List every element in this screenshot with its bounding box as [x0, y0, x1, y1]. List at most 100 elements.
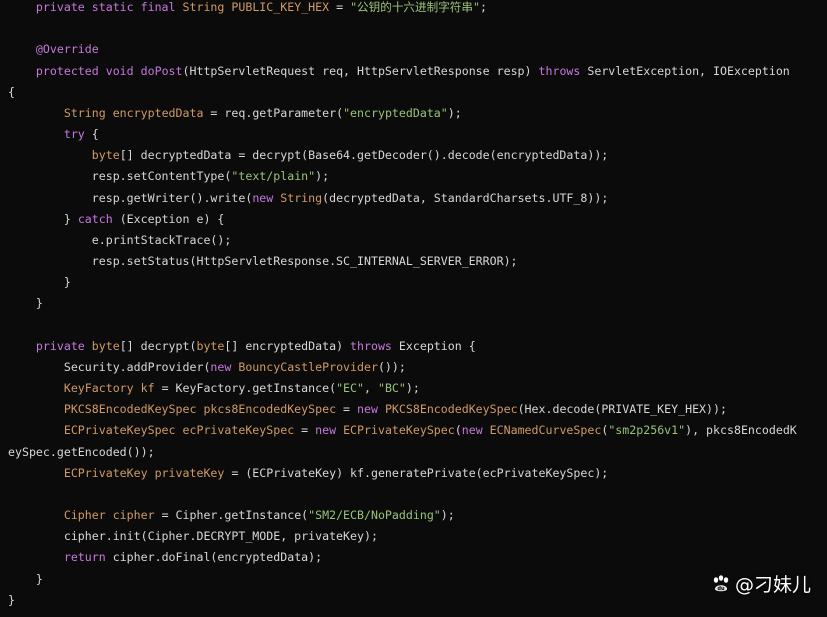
code-token: [] encryptedData) [224, 338, 351, 353]
code-line[interactable]: private static final String PUBLIC_KEY_H… [8, 0, 797, 18]
code-line[interactable]: } catch (Exception e) { [8, 209, 797, 230]
code-token: ECPrivateKey privateKey [8, 465, 225, 480]
code-token: new [357, 402, 385, 417]
code-token: ECPrivateKeySpec [343, 423, 455, 438]
paw-icon: du [711, 574, 731, 594]
code-token: Security.addProvider( [8, 359, 211, 374]
code-token: } [8, 275, 71, 290]
code-block[interactable]: private static final String PUBLIC_KEY_H… [8, 0, 797, 611]
code-token: (Hex.decode(PRIVATE_KEY_HEX)); [517, 402, 727, 417]
code-token: ), pkcs8EncodedK [685, 423, 797, 438]
code-token: resp.getWriter().write( [8, 190, 253, 205]
code-token: eySpec.getEncoded()); [8, 444, 155, 459]
code-token: ServletException, IOException [580, 63, 790, 78]
code-line[interactable]: return cipher.doFinal(encryptedData); [8, 547, 797, 568]
code-line[interactable]: ECPrivateKeySpec ecPrivateKeySpec = new … [8, 420, 797, 441]
code-token: { [8, 84, 15, 99]
code-line[interactable]: Security.addProvider(new BouncyCastlePro… [8, 357, 797, 378]
code-token: ); [405, 381, 420, 396]
code-line[interactable]: private byte[] decrypt(byte[] encryptedD… [8, 336, 797, 357]
code-token: try [8, 127, 85, 142]
code-token: ; [479, 0, 487, 14]
code-line[interactable]: } [8, 569, 797, 590]
code-line[interactable]: resp.setStatus(HttpServletResponse.SC_IN… [8, 251, 797, 272]
code-line[interactable]: byte[] decryptedData = decrypt(Base64.ge… [8, 145, 797, 166]
code-token: ( [454, 423, 462, 438]
code-token: (decryptedData, StandardCharsets.UTF_8))… [322, 190, 609, 205]
code-line[interactable]: @Override [8, 39, 797, 60]
code-line[interactable]: e.printStackTrace(); [8, 230, 797, 251]
code-token: byte [8, 148, 120, 163]
code-token: catch [77, 211, 113, 226]
code-token: } [8, 592, 15, 607]
code-token: "EC" [336, 381, 364, 396]
code-line[interactable]: String encryptedData = req.getParameter(… [8, 103, 797, 124]
code-token: = Cipher.getInstance( [154, 508, 309, 523]
watermark: du @刁妹儿 [711, 570, 811, 597]
code-token: ECNamedCurveSpec [489, 423, 602, 438]
code-line[interactable] [8, 315, 797, 336]
code-token: protected void [8, 63, 141, 78]
code-line[interactable]: KeyFactory kf = KeyFactory.getInstance("… [8, 378, 797, 399]
code-token: new [315, 423, 344, 438]
code-line[interactable]: } [8, 590, 797, 611]
code-line[interactable]: PKCS8EncodedKeySpec pkcs8EncodedKeySpec … [8, 399, 797, 420]
code-token: new [252, 190, 281, 205]
code-line[interactable] [8, 18, 797, 39]
code-editor[interactable]: private static final String PUBLIC_KEY_H… [0, 0, 827, 617]
code-line[interactable]: Cipher cipher = Cipher.getInstance("SM2/… [8, 505, 797, 526]
code-token: [] decryptedData = decrypt(Base64.getDec… [119, 148, 609, 163]
code-token: ECPrivateKeySpec ecPrivateKeySpec [8, 423, 295, 438]
code-token: "SM2/ECB/NoPadding" [308, 508, 441, 523]
code-line[interactable]: resp.getWriter().write(new String(decryp… [8, 188, 797, 209]
code-token: String [8, 105, 113, 120]
code-line[interactable]: resp.setContentType("text/plain"); [8, 166, 797, 187]
code-token: PUBLIC_KEY_HEX [231, 0, 330, 14]
code-line[interactable]: } [8, 293, 797, 314]
code-token: { [84, 127, 99, 142]
code-token: return [8, 550, 106, 565]
code-token: "sm2p256v1" [608, 423, 686, 438]
code-token: cipher.init(Cipher.DECRYPT_MODE, private… [8, 529, 378, 544]
code-token: private static final [8, 0, 183, 14]
code-token: new [210, 359, 239, 374]
code-token: String [280, 190, 323, 205]
code-token: e.printStackTrace(); [8, 232, 232, 247]
code-token: cipher.doFinal(encryptedData); [105, 550, 323, 565]
code-token: = req.getParameter( [203, 105, 344, 120]
code-token: encryptedData [112, 105, 204, 120]
code-token: "BC" [377, 381, 406, 396]
code-token: ()); [377, 359, 406, 374]
code-line[interactable]: eySpec.getEncoded()); [8, 442, 797, 463]
code-line[interactable]: try { [8, 124, 797, 145]
code-token: = [329, 0, 351, 14]
code-token: throws [538, 63, 581, 78]
code-line[interactable]: { [8, 82, 797, 103]
code-token: @Override [8, 42, 99, 57]
code-token: = [294, 423, 316, 438]
code-token: ); [315, 169, 330, 184]
code-token: ); [440, 508, 455, 523]
code-token: KeyFactory kf [8, 381, 155, 396]
code-line[interactable]: } [8, 272, 797, 293]
code-line[interactable]: protected void doPost(HttpServletRequest… [8, 61, 797, 82]
code-token: String [182, 0, 232, 14]
code-line[interactable] [8, 484, 797, 505]
code-token: throws [350, 338, 392, 353]
code-line[interactable]: ECPrivateKey privateKey = (ECPrivateKey)… [8, 463, 797, 484]
code-token: "text/plain" [231, 169, 316, 184]
code-token: = [336, 402, 358, 417]
code-token: (HttpServletRequest req, HttpServletResp… [182, 63, 539, 78]
code-token: ); [447, 105, 462, 120]
svg-text:du: du [717, 586, 725, 592]
code-token: new [461, 423, 490, 438]
code-token: Exception { [391, 338, 476, 353]
code-token: , [364, 381, 378, 396]
code-token: [] decrypt( [119, 338, 197, 353]
code-token: } [8, 296, 43, 311]
code-line[interactable]: cipher.init(Cipher.DECRYPT_MODE, private… [8, 526, 797, 547]
code-token: } [8, 571, 43, 586]
code-token: (Exception e) { [112, 211, 225, 226]
code-token: byte [91, 338, 120, 353]
code-token: resp.setStatus(HttpServletResponse.SC_IN… [8, 254, 518, 269]
